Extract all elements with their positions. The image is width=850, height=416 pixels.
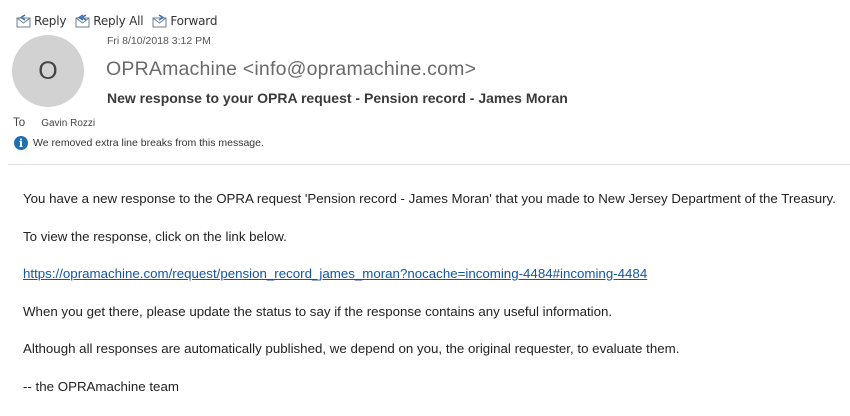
reply-all-label: Reply All xyxy=(93,14,144,28)
forward-icon xyxy=(152,14,167,28)
message-subject: New response to your OPRA request - Pens… xyxy=(107,90,568,106)
to-label: To xyxy=(13,117,26,129)
sender-avatar: O xyxy=(12,35,84,107)
line-break-notice[interactable]: i We removed extra line breaks from this… xyxy=(14,136,264,150)
response-link[interactable]: https://opramachine.com/request/pension_… xyxy=(23,266,647,281)
body-line-1: You have a new response to the OPRA requ… xyxy=(23,191,836,206)
body-link-paragraph: https://opramachine.com/request/pension_… xyxy=(23,265,848,283)
recipient-name[interactable]: Gavin Rozzi xyxy=(41,118,95,129)
forward-label: Forward xyxy=(170,14,218,28)
forward-button[interactable]: Forward xyxy=(152,14,217,28)
recipient-row: To Gavin Rozzi xyxy=(13,117,95,129)
body-line-4: Although all responses are automatically… xyxy=(23,341,680,356)
reply-all-button[interactable]: Reply All xyxy=(75,14,144,28)
message-toolbar: Reply Reply All Forward xyxy=(16,11,226,31)
body-line-2: To view the response, click on the link … xyxy=(23,228,287,244)
message-body: You have a new response to the OPRA requ… xyxy=(23,190,848,415)
reply-icon xyxy=(16,14,31,28)
sender-name[interactable]: OPRAmachine <info@opramachine.com> xyxy=(106,58,476,81)
reply-all-icon xyxy=(75,14,90,28)
body-line-3: When you get there, please update the st… xyxy=(23,303,613,319)
message-date: Fri 8/10/2018 3:12 PM xyxy=(107,35,211,47)
notice-text: We removed extra line breaks from this m… xyxy=(33,137,264,149)
header-divider xyxy=(8,164,850,165)
reply-button[interactable]: Reply xyxy=(16,14,66,28)
reply-label: Reply xyxy=(34,14,67,28)
body-signature: -- the OPRAmachine team xyxy=(23,378,179,394)
info-icon: i xyxy=(14,136,28,150)
